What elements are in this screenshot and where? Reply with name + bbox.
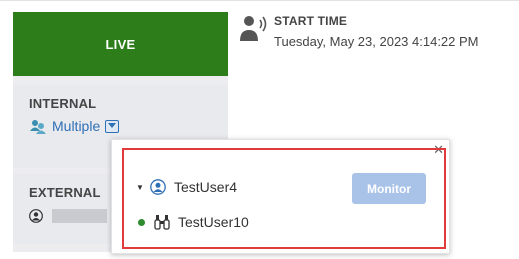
multiple-users-icon xyxy=(30,120,46,134)
participant-row[interactable]: TestUser10 xyxy=(136,214,249,230)
speaker-icon xyxy=(240,16,267,41)
highlight-box: ▼ TestUser4 TestUser10 Monitor xyxy=(122,148,446,249)
start-time-value: Tuesday, May 23, 2023 4:14:22 PM xyxy=(274,34,479,49)
live-label: LIVE xyxy=(105,36,136,52)
start-time-block: START TIME Tuesday, May 23, 2023 4:14:22… xyxy=(240,14,479,49)
participant-name: TestUser4 xyxy=(174,179,238,195)
online-status-dot xyxy=(138,218,145,226)
participant-name: TestUser10 xyxy=(178,214,249,230)
chevron-down-icon xyxy=(108,123,117,128)
participants-dropdown-button[interactable] xyxy=(105,119,120,133)
participant-row[interactable]: ▼ TestUser4 xyxy=(136,179,237,195)
caret-down-icon[interactable]: ▼ xyxy=(136,183,146,192)
binoculars-icon xyxy=(154,215,170,230)
participants-popup: ✕ ▼ TestUser4 TestUser10 Monitor xyxy=(111,139,450,254)
internal-heading: INTERNAL xyxy=(29,96,97,111)
user-circle-icon xyxy=(150,179,166,195)
redacted-name xyxy=(52,209,107,223)
multiple-participants-link[interactable]: Multiple xyxy=(52,118,100,134)
external-participant xyxy=(29,209,107,223)
live-status-tile: LIVE xyxy=(13,12,228,76)
user-circle-icon xyxy=(29,209,43,223)
start-time-heading: START TIME xyxy=(274,14,348,28)
internal-participants: Multiple xyxy=(29,118,120,134)
external-heading: EXTERNAL xyxy=(29,185,101,200)
top-divider xyxy=(0,0,519,1)
monitor-button[interactable]: Monitor xyxy=(352,173,426,204)
